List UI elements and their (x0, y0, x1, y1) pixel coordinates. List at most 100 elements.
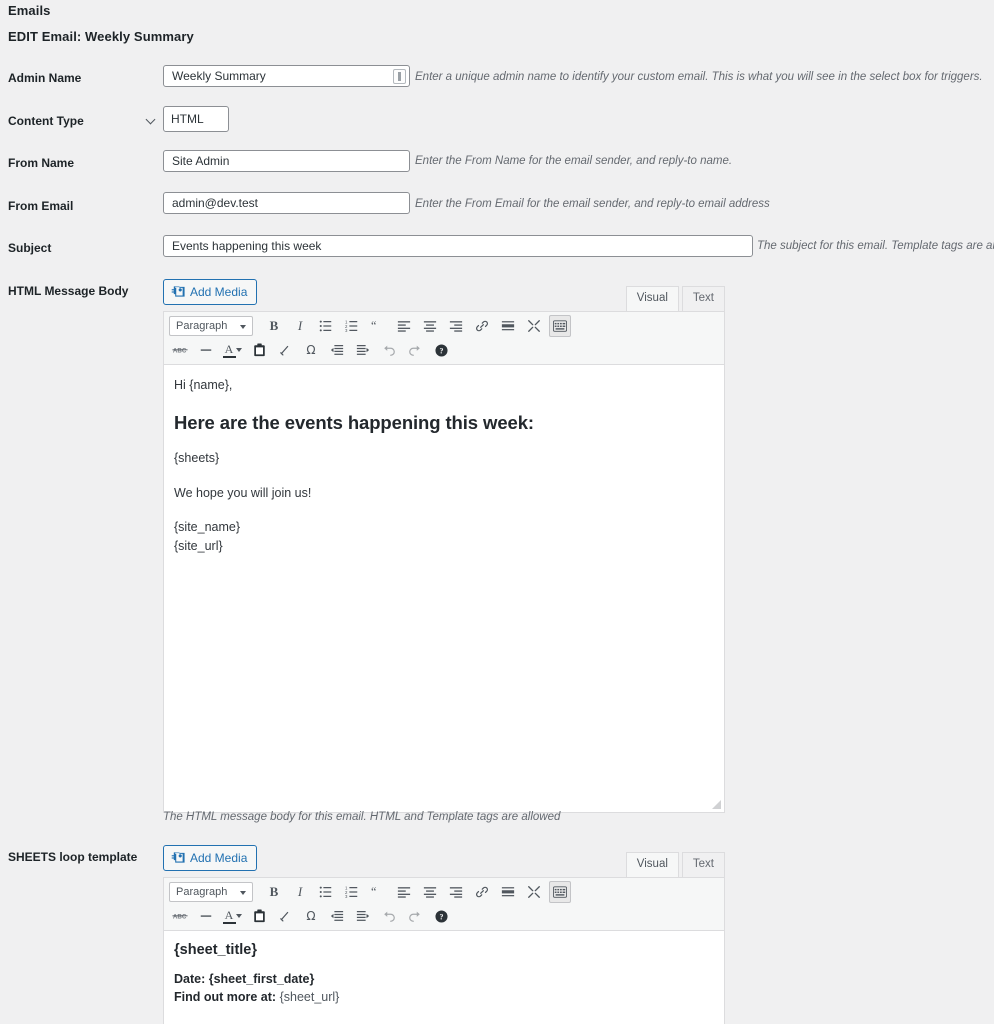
editor-top-bar-1: Add Media Visual Text (163, 276, 725, 311)
toolbar-row-1-b: Paragraph B I 123 “ (164, 880, 724, 904)
text-color-chevron-down-icon[interactable] (236, 348, 242, 352)
italic-icon[interactable]: I (289, 881, 311, 903)
editor-resize-handle[interactable] (709, 797, 723, 811)
label-sheets-loop-template: SHEETS loop template (8, 850, 138, 864)
editor-tabs-2: Visual Text (623, 852, 725, 877)
editor-top-bar-2: Add Media Visual Text (163, 842, 725, 877)
subject-input[interactable] (163, 235, 753, 257)
tab-visual[interactable]: Visual (625, 286, 679, 311)
toolbar-row-1: Paragraph B I 123 “ (164, 314, 724, 338)
bold-icon[interactable]: B (263, 881, 285, 903)
bold-icon[interactable]: B (263, 315, 285, 337)
insert-link-icon[interactable] (471, 315, 493, 337)
body-site-name: {site_name} (174, 520, 241, 535)
bulleted-list-icon[interactable] (315, 315, 337, 337)
add-media-button[interactable]: Add Media (163, 279, 258, 305)
format-select[interactable]: Paragraph (169, 316, 253, 336)
blockquote-icon[interactable]: “ (367, 315, 389, 337)
tab-text[interactable]: Text (681, 286, 725, 311)
indent-icon[interactable] (352, 339, 374, 361)
tab-visual-2[interactable]: Visual (625, 852, 679, 877)
svg-text:ABC: ABC (173, 348, 187, 355)
undo-icon[interactable] (378, 339, 400, 361)
svg-text:?: ? (439, 346, 443, 355)
body-heading: Here are the events happening this week: (174, 411, 534, 433)
sheet-date-line: Date: {sheet_first_date} (174, 972, 315, 986)
paste-as-text-icon[interactable] (248, 339, 270, 361)
text-color-bar (222, 355, 236, 358)
body-greeting: Hi {name}, (174, 378, 233, 392)
redo-icon[interactable] (404, 339, 426, 361)
distraction-free-icon[interactable] (523, 315, 545, 337)
horizontal-line-icon[interactable] (195, 339, 217, 361)
from-name-input[interactable] (163, 150, 410, 172)
label-admin-name: Admin Name (8, 71, 82, 85)
body-closing: We hope you will join us! (174, 485, 312, 500)
format-select-2[interactable]: Paragraph (169, 882, 253, 902)
clear-formatting-icon[interactable] (274, 339, 296, 361)
outdent-icon[interactable] (326, 905, 348, 927)
clear-formatting-icon[interactable] (274, 905, 296, 927)
toolbar-toggle-icon[interactable] (549, 881, 571, 903)
add-media-button-2[interactable]: Add Media (163, 845, 258, 871)
keyboard-shortcuts-icon[interactable]: ? (430, 905, 452, 927)
content-type-select[interactable]: HTML (163, 106, 229, 132)
insert-link-icon[interactable] (471, 881, 493, 903)
special-character-icon[interactable]: Ω (300, 905, 322, 927)
text-color-letter: A (224, 907, 234, 922)
text-color-icon[interactable]: A (221, 906, 237, 926)
sheet-title-tag: {sheet_title} (174, 942, 258, 958)
undo-icon[interactable] (378, 905, 400, 927)
bulleted-list-icon[interactable] (315, 881, 337, 903)
align-center-icon[interactable] (419, 315, 441, 337)
distraction-free-icon[interactable] (523, 881, 545, 903)
admin-name-field-icon[interactable] (393, 69, 406, 84)
read-more-icon[interactable] (497, 315, 519, 337)
strikethrough-icon[interactable]: ABC (169, 905, 191, 927)
blockquote-icon[interactable]: “ (367, 881, 389, 903)
strikethrough-icon[interactable]: ABC (169, 339, 191, 361)
label-from-email: From Email (8, 199, 74, 213)
align-right-icon[interactable] (445, 315, 467, 337)
chevron-down-icon (240, 891, 246, 895)
keyboard-shortcuts-icon[interactable]: ? (430, 339, 452, 361)
editor-content-2[interactable]: {sheet_title} Date: {sheet_first_date} F… (164, 931, 724, 1024)
paste-as-text-icon[interactable] (248, 905, 270, 927)
chevron-down-icon (145, 114, 156, 125)
body-site-url: {site_url} (174, 539, 223, 554)
chevron-down-icon (240, 325, 246, 329)
toolbar-row-2-b: ABC A Ω ? (164, 904, 724, 928)
align-center-icon[interactable] (419, 881, 441, 903)
label-subject: Subject (8, 241, 52, 255)
text-color-icon[interactable]: A (221, 340, 237, 360)
align-left-icon[interactable] (393, 881, 415, 903)
from-email-description: Enter the From Email for the email sende… (415, 198, 770, 210)
text-color-chevron-down-icon[interactable] (236, 914, 242, 918)
svg-text:ABC: ABC (173, 914, 187, 921)
italic-icon[interactable]: I (289, 315, 311, 337)
outdent-icon[interactable] (326, 339, 348, 361)
align-left-icon[interactable] (393, 315, 415, 337)
label-from-name: From Name (8, 156, 75, 170)
svg-text:?: ? (439, 912, 443, 921)
horizontal-line-icon[interactable] (195, 905, 217, 927)
admin-name-input[interactable] (163, 65, 410, 87)
indent-icon[interactable] (352, 905, 374, 927)
subject-description: The subject for this email. Template tag… (757, 240, 994, 252)
edit-email-subtitle: EDIT Email: Weekly Summary (8, 29, 194, 44)
from-email-input[interactable] (163, 192, 410, 214)
tab-text-2[interactable]: Text (681, 852, 725, 877)
read-more-icon[interactable] (497, 881, 519, 903)
align-right-icon[interactable] (445, 881, 467, 903)
editor-toolbar-2: Paragraph B I 123 “ ABC A Ω ? (164, 878, 724, 931)
redo-icon[interactable] (404, 905, 426, 927)
toolbar-toggle-icon[interactable] (549, 315, 571, 337)
editor-box-1: Paragraph B I 123 “ ABC A Ω ? Hi {name},… (163, 311, 725, 813)
numbered-list-icon[interactable]: 123 (341, 315, 363, 337)
text-color-bar (222, 921, 236, 924)
format-select-value-2: Paragraph (176, 886, 228, 898)
special-character-icon[interactable]: Ω (300, 339, 322, 361)
body-sheets-tag: {sheets} (174, 450, 220, 465)
editor-content-1[interactable]: Hi {name}, Here are the events happening… (164, 365, 724, 812)
numbered-list-icon[interactable]: 123 (341, 881, 363, 903)
